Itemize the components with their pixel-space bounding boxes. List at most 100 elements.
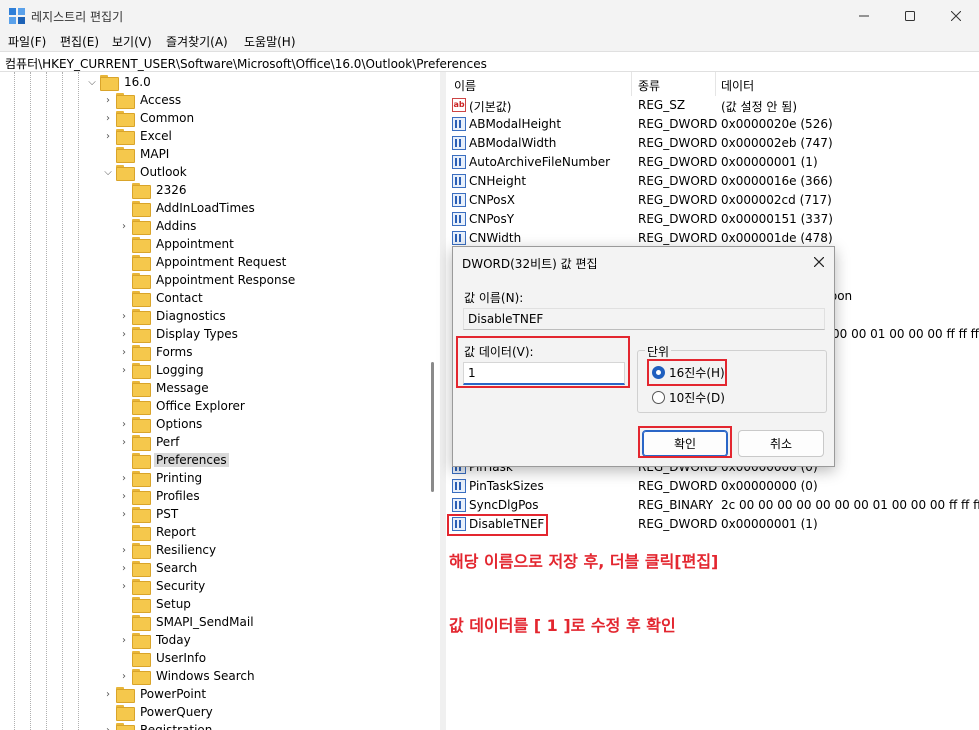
- chevron-right-icon[interactable]: ›: [118, 631, 130, 649]
- menu-help[interactable]: 도움말(H): [244, 33, 296, 50]
- value-row-abmodalwidth[interactable]: ABModalWidth REG_DWORD 0x000002eb (747): [446, 134, 979, 153]
- chevron-right-icon[interactable]: ›: [102, 127, 114, 145]
- address-bar[interactable]: 컴퓨터\HKEY_CURRENT_USER\Software\Microsoft…: [0, 51, 979, 72]
- chevron-right-icon[interactable]: ›: [102, 91, 114, 109]
- chevron-down-icon[interactable]: ⌵: [86, 73, 98, 91]
- tree-item-16-0[interactable]: ⌵ 16.0: [86, 73, 153, 91]
- tree-scrollbar[interactable]: [425, 72, 440, 730]
- tree-item-outlook[interactable]: ⌵ Outlook: [102, 163, 189, 181]
- value-row-cnposy[interactable]: CNPosY REG_DWORD 0x00000151 (337): [446, 210, 979, 229]
- value-row-pintasksizes[interactable]: PinTaskSizes REG_DWORD 0x00000000 (0): [446, 477, 979, 496]
- tree-item-message[interactable]: Message: [118, 379, 211, 397]
- column-header-type[interactable]: 종류: [632, 72, 716, 96]
- chevron-right-icon[interactable]: ›: [118, 667, 130, 685]
- tree-scrollbar-thumb[interactable]: [431, 362, 434, 492]
- menu-bar: 파일(F) 편집(E) 보기(V) 즐겨찾기(A) 도움말(H): [0, 31, 979, 51]
- chevron-down-icon[interactable]: ⌵: [102, 163, 114, 181]
- chevron-right-icon[interactable]: ›: [118, 325, 130, 343]
- chevron-right-icon[interactable]: ›: [118, 217, 130, 235]
- minimize-button[interactable]: [841, 0, 887, 31]
- tree-item-setup[interactable]: Setup: [118, 595, 193, 613]
- tree-item-appointment[interactable]: Appointment: [118, 235, 236, 253]
- folder-icon: [132, 435, 151, 451]
- value-name-label: 값 이름(N):: [464, 291, 524, 305]
- tree-item-options[interactable]: › Options: [118, 415, 204, 433]
- tree-item-pst[interactable]: › PST: [118, 505, 180, 523]
- chevron-right-icon[interactable]: ›: [102, 721, 114, 730]
- chevron-right-icon[interactable]: ›: [118, 343, 130, 361]
- chevron-right-icon[interactable]: ›: [118, 361, 130, 379]
- menu-file[interactable]: 파일(F): [8, 33, 46, 50]
- tree-item-logging[interactable]: › Logging: [118, 361, 206, 379]
- tree-item-profiles[interactable]: › Profiles: [118, 487, 202, 505]
- tree-item-contact[interactable]: Contact: [118, 289, 205, 307]
- binary-value-icon: [452, 174, 466, 188]
- menu-favorites[interactable]: 즐겨찾기(A): [166, 33, 228, 50]
- chevron-right-icon[interactable]: ›: [118, 307, 130, 325]
- chevron-right-icon[interactable]: ›: [118, 469, 130, 487]
- tree-item-report[interactable]: Report: [118, 523, 198, 541]
- chevron-right-icon[interactable]: ›: [118, 541, 130, 559]
- menu-view[interactable]: 보기(V): [112, 33, 152, 50]
- tree-item-registration[interactable]: › Registration: [102, 721, 214, 730]
- value-row-abmodalheight[interactable]: ABModalHeight REG_DWORD 0x0000020e (526): [446, 115, 979, 134]
- tree-item-appointment-request[interactable]: Appointment Request: [118, 253, 288, 271]
- value-name-field[interactable]: DisableTNEF: [463, 308, 825, 330]
- tree-item-security[interactable]: › Security: [118, 577, 207, 595]
- chevron-right-icon[interactable]: ›: [118, 487, 130, 505]
- tree-item-2326[interactable]: 2326: [118, 181, 189, 199]
- tree-item-forms[interactable]: › Forms: [118, 343, 194, 361]
- folder-icon: [132, 399, 151, 415]
- chevron-right-icon[interactable]: ›: [118, 577, 130, 595]
- value-row-[interactable]: ab (기본값) REG_SZ (값 설정 안 됨): [446, 96, 979, 115]
- tree-item-powerpoint[interactable]: › PowerPoint: [102, 685, 208, 703]
- tree-item-addinloadtimes[interactable]: AddInLoadTimes: [118, 199, 257, 217]
- tree-item-powerquery[interactable]: PowerQuery: [102, 703, 215, 721]
- value-row-syncdlgpos[interactable]: SyncDlgPos REG_BINARY 2c 00 00 00 00 00 00…: [446, 496, 979, 515]
- tree-item-diagnostics[interactable]: › Diagnostics: [118, 307, 228, 325]
- chevron-right-icon[interactable]: ›: [118, 433, 130, 451]
- tree-item-mapi[interactable]: MAPI: [102, 145, 171, 163]
- close-button[interactable]: [933, 0, 979, 31]
- tree-item-preferences[interactable]: Preferences: [118, 451, 229, 469]
- tree-item-office-explorer[interactable]: Office Explorer: [118, 397, 247, 415]
- folder-icon: [132, 615, 151, 631]
- value-row-cnposx[interactable]: CNPosX REG_DWORD 0x000002cd (717): [446, 191, 979, 210]
- chevron-right-icon[interactable]: ›: [102, 109, 114, 127]
- tree-guide-line: [62, 72, 63, 730]
- menu-edit[interactable]: 편집(E): [60, 33, 99, 50]
- chevron-right-icon[interactable]: ›: [118, 559, 130, 577]
- value-row-autoarchivefilenumber[interactable]: AutoArchiveFileNumber REG_DWORD 0x00000001…: [446, 153, 979, 172]
- chevron-right-icon[interactable]: ›: [118, 415, 130, 433]
- folder-icon: [132, 651, 151, 667]
- key-tree[interactable]: ⌵ 16.0 › Access › Common › Excel MAPI ⌵ Outlook …: [0, 72, 440, 730]
- column-header-data[interactable]: 데이터: [716, 72, 979, 96]
- tree-item-windows-search[interactable]: › Windows Search: [118, 667, 257, 685]
- tree-item-printing[interactable]: › Printing: [118, 469, 204, 487]
- chevron-right-icon[interactable]: ›: [102, 685, 114, 703]
- tree-item-perf[interactable]: › Perf: [118, 433, 181, 451]
- maximize-button[interactable]: [887, 0, 933, 31]
- folder-icon: [116, 723, 135, 730]
- value-row-cnheight[interactable]: CNHeight REG_DWORD 0x0000016e (366): [446, 172, 979, 191]
- tree-item-today[interactable]: › Today: [118, 631, 193, 649]
- tree-item-search[interactable]: › Search: [118, 559, 199, 577]
- tree-item-smapi-sendmail[interactable]: SMAPI_SendMail: [118, 613, 256, 631]
- tree-item-resiliency[interactable]: › Resiliency: [118, 541, 218, 559]
- tree-item-excel[interactable]: › Excel: [102, 127, 174, 145]
- dialog-close-button[interactable]: [808, 252, 830, 272]
- tree-item-display-types[interactable]: › Display Types: [118, 325, 240, 343]
- tree-item-common[interactable]: › Common: [102, 109, 196, 127]
- folder-icon: [132, 291, 151, 307]
- column-header-name[interactable]: 이름: [446, 72, 632, 96]
- cancel-button[interactable]: 취소: [738, 430, 824, 457]
- tree-item-userinfo[interactable]: UserInfo: [118, 649, 208, 667]
- tree-item-appointment-response[interactable]: Appointment Response: [118, 271, 297, 289]
- tree-item-addins[interactable]: › Addins: [118, 217, 198, 235]
- binary-value-icon: [452, 212, 466, 226]
- chevron-right-icon[interactable]: ›: [118, 505, 130, 523]
- radio-decimal[interactable]: 10진수(D): [652, 389, 725, 406]
- tree-item-access[interactable]: › Access: [102, 91, 183, 109]
